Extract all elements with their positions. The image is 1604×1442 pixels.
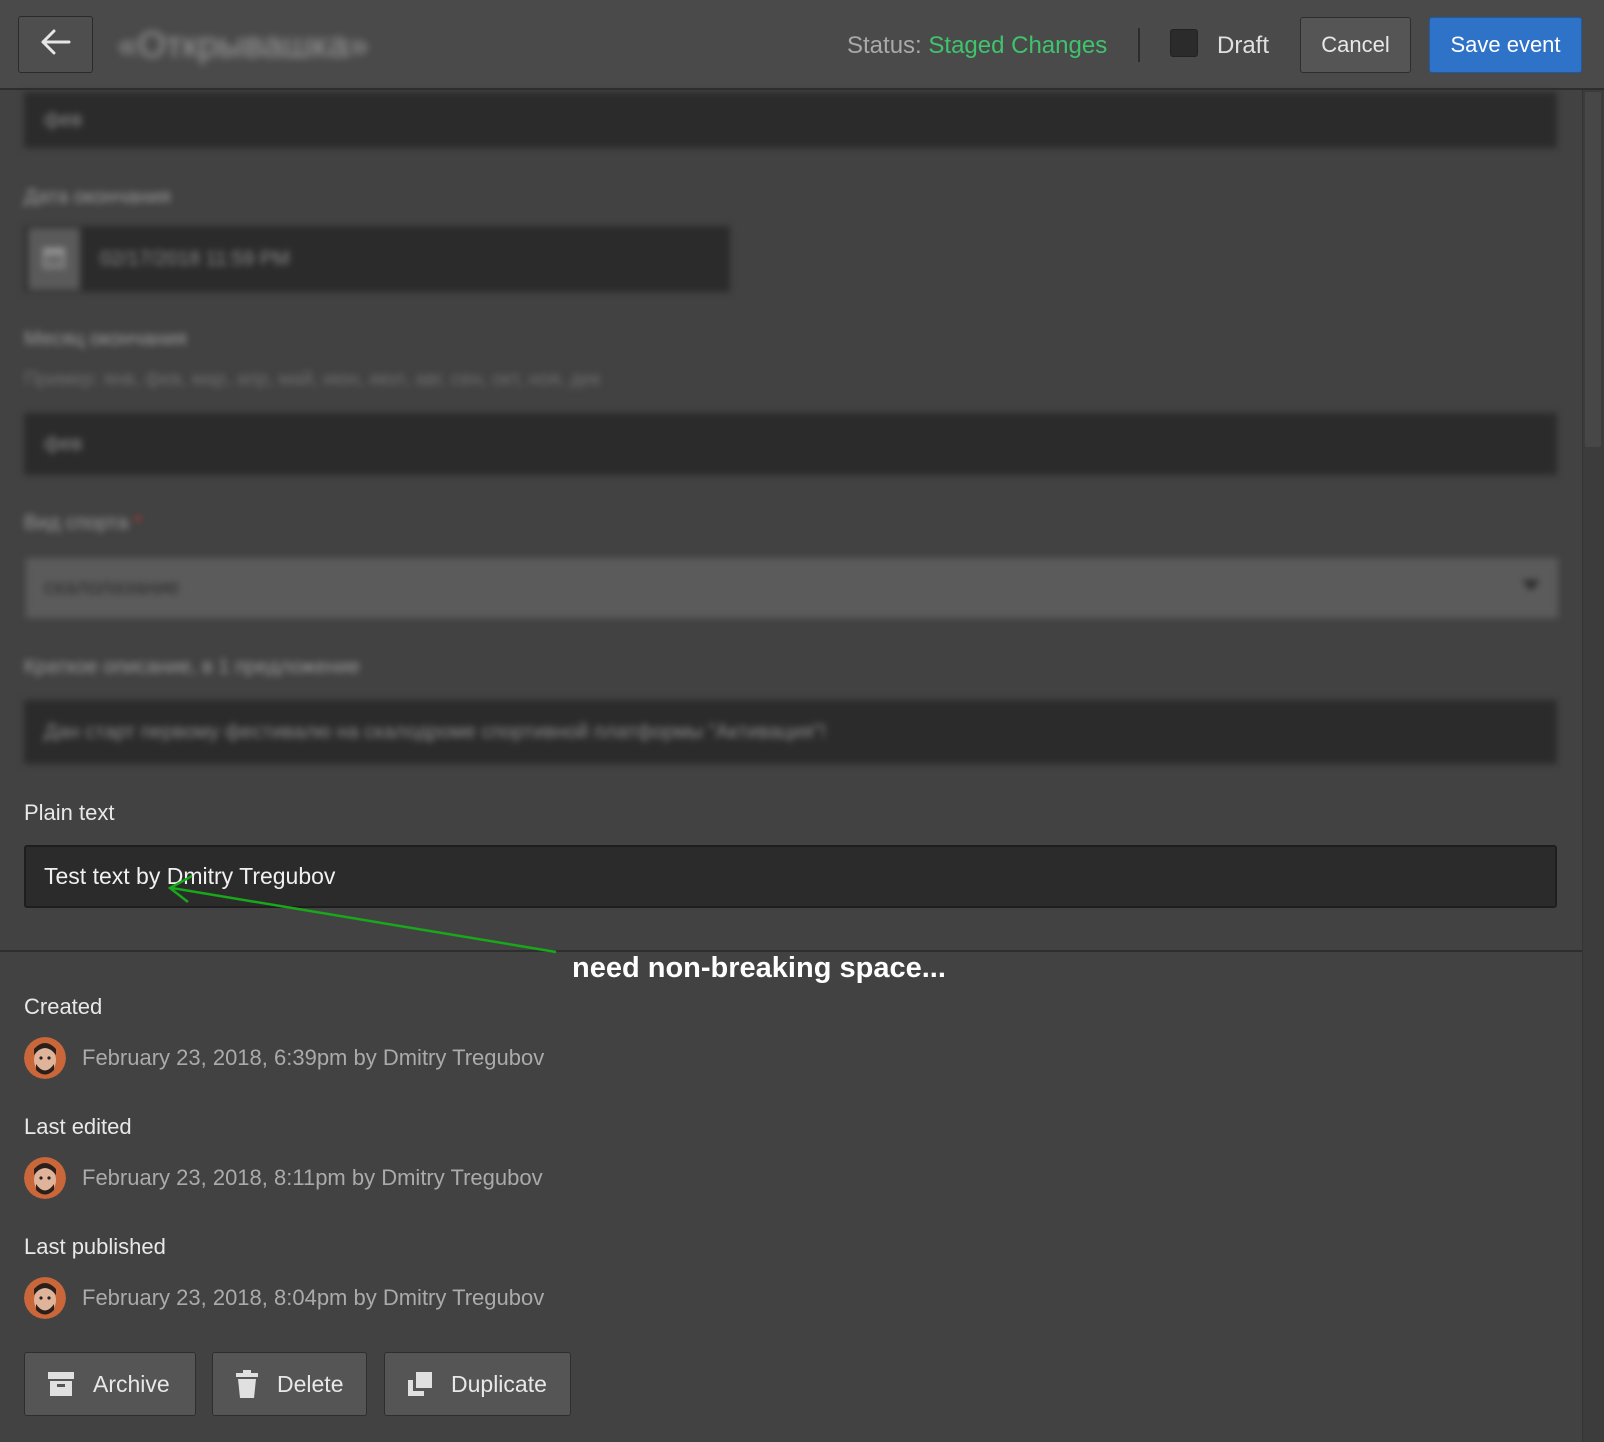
duplicate-label: Duplicate (451, 1370, 547, 1397)
duplicate-button[interactable]: Duplicate (384, 1352, 571, 1416)
short-desc-value: Дан старт первому фестивалю на скалодром… (44, 720, 827, 743)
created-row: February 23, 2018, 6:39pm by Dmitry Treg… (24, 1037, 544, 1079)
end-date-label: Дата окончания (24, 186, 171, 208)
plain-text-input[interactable]: Test text by Dmitry Tregubov (24, 845, 1557, 908)
delete-button[interactable]: Delete (212, 1352, 367, 1416)
back-button[interactable] (18, 16, 93, 73)
required-mark: * (134, 512, 142, 534)
end-month-label: Месяц окончания (24, 328, 187, 350)
avatar (24, 1157, 66, 1199)
chevron-down-icon (1522, 580, 1540, 591)
top-toolbar: «Открывашка» Status: Staged Changes Draf… (0, 0, 1604, 90)
end-month-hint: Пример: янв, фев, мар, апр, май, июн, ию… (24, 369, 601, 390)
status-label: Status: (847, 32, 922, 59)
save-event-button[interactable]: Save event (1429, 17, 1582, 73)
last-edited-label: Last edited (24, 1114, 132, 1139)
last-edited-value: February 23, 2018, 8:11pm by Dmitry Treg… (82, 1165, 543, 1190)
cancel-button[interactable]: Cancel (1300, 17, 1411, 73)
archive-button[interactable]: Archive (24, 1352, 196, 1416)
last-published-value: February 23, 2018, 8:04pm by Dmitry Treg… (82, 1285, 545, 1310)
end-month-input[interactable]: фев (24, 413, 1557, 475)
avatar (24, 1277, 66, 1319)
sport-select[interactable]: скалолазание (26, 558, 1558, 618)
top-field-input[interactable]: фев (24, 92, 1557, 148)
calendar-button[interactable] (28, 228, 80, 290)
short-desc-input[interactable]: Дан старт первому фестивалю на скалодром… (24, 700, 1557, 764)
end-month-value: фев (44, 432, 83, 455)
last-published-row: February 23, 2018, 8:04pm by Dmitry Treg… (24, 1277, 544, 1319)
sport-select-value: скалолазание (44, 576, 180, 599)
scrollbar-thumb[interactable] (1585, 92, 1601, 447)
annotation-text: need non-breaking space... (572, 952, 946, 984)
last-edited-row: February 23, 2018, 8:11pm by Dmitry Treg… (24, 1157, 543, 1199)
draft-checkbox[interactable] (1170, 29, 1198, 57)
top-field-value: фев (44, 108, 83, 131)
duplicate-icon (407, 1371, 433, 1397)
arrow-left-icon (41, 29, 71, 60)
delete-label: Delete (277, 1370, 344, 1397)
status-value: Staged Changes (928, 32, 1108, 59)
trash-icon (235, 1370, 259, 1398)
page-title: «Открывашка» (118, 24, 369, 65)
draft-label[interactable]: Draft (1217, 32, 1269, 60)
header-divider (1138, 28, 1140, 62)
plain-text-value: Test text by Dmitry Tregubov (44, 863, 336, 889)
plain-text-label: Plain text (24, 800, 115, 825)
sport-label-text: Вид спорта (24, 512, 129, 534)
end-date-input[interactable]: 02/17/2018 11:59 PM (24, 226, 730, 292)
status-indicator: Status: Staged Changes (847, 32, 1107, 60)
calendar-icon (41, 244, 67, 275)
created-label: Created (24, 994, 103, 1019)
archive-icon (47, 1371, 75, 1397)
created-value: February 23, 2018, 6:39pm by Dmitry Treg… (82, 1045, 545, 1070)
avatar (24, 1037, 66, 1079)
short-desc-label: Краткое описание, в 1 предложение (24, 656, 360, 678)
end-date-value: 02/17/2018 11:59 PM (100, 247, 290, 270)
archive-label: Archive (93, 1370, 170, 1397)
last-published-label: Last published (24, 1234, 166, 1259)
sport-label: Вид спорта * (24, 512, 142, 535)
